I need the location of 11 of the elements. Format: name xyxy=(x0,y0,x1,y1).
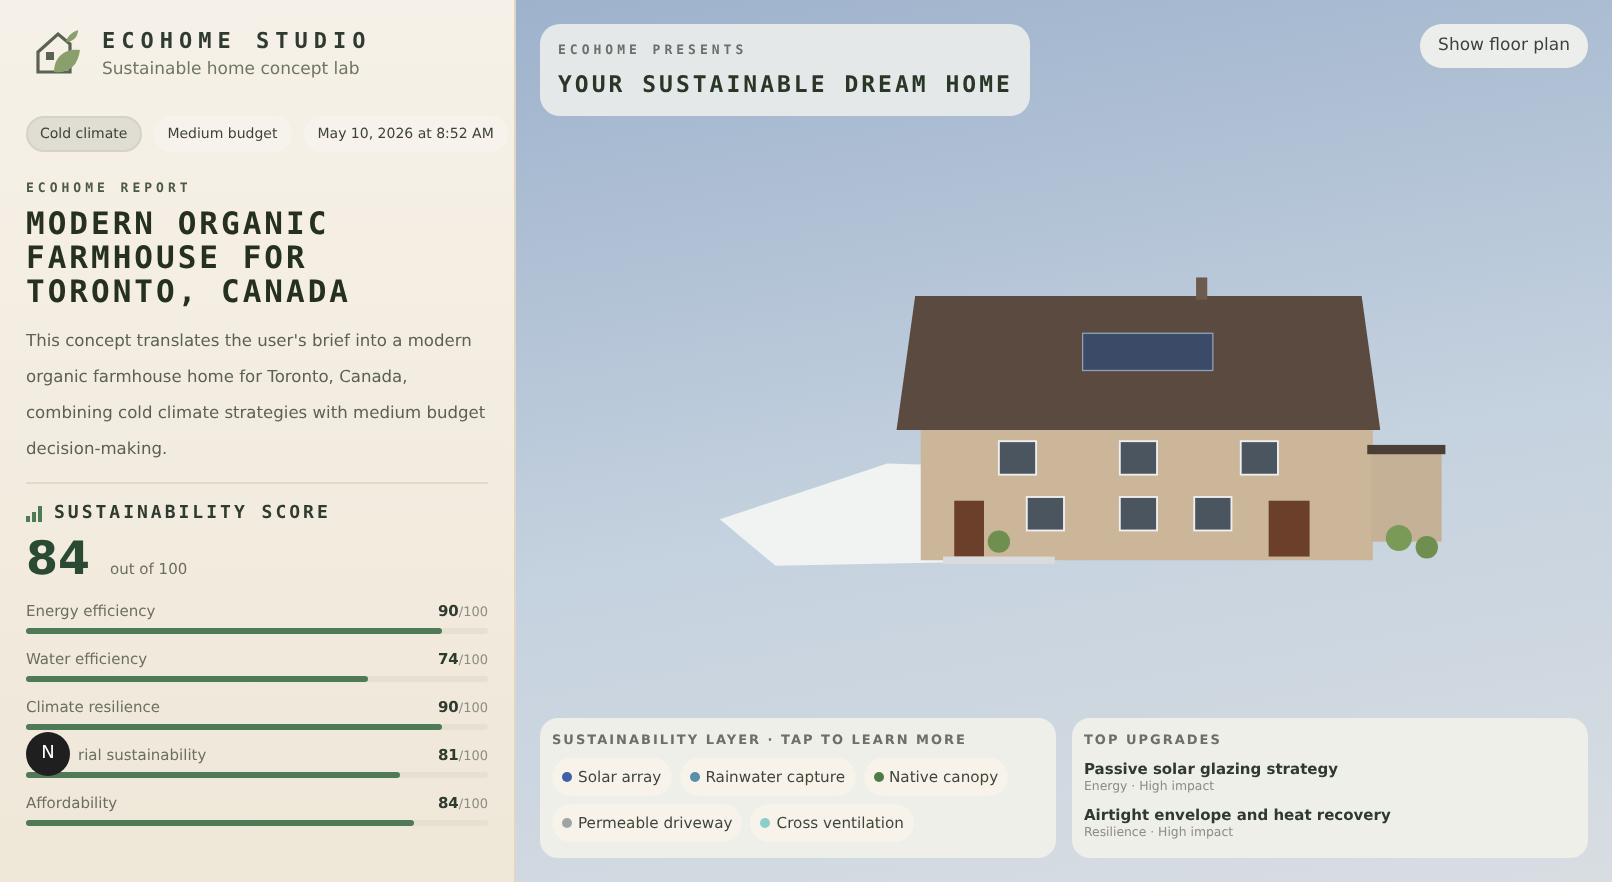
score-heading: SUSTAINABILITY SCORE xyxy=(54,504,331,524)
brand-name: ECOHOME STUDIO xyxy=(102,28,372,54)
report-title: MODERN ORGANIC FARMHOUSE FOR TORONTO, CANADA xyxy=(26,208,353,310)
report-summary: This concept translates the user's brief into a modern organic farmhouse home for Toronto, Canada, combining cold climate strategies with medium budget decision-making. xyxy=(26,328,488,462)
house-leaf-logo-icon xyxy=(34,28,82,80)
floor-plan-button[interactable]: Show floor plan xyxy=(1420,24,1588,68)
bar-chart-icon xyxy=(26,506,42,522)
dev-indicator-badge[interactable]: N xyxy=(26,732,70,776)
score-value: 84 xyxy=(26,534,91,586)
brand-tagline: Sustainable home concept lab xyxy=(102,60,362,80)
hero-title: YOUR SUSTAINABLE DREAM HOME xyxy=(558,70,1013,98)
